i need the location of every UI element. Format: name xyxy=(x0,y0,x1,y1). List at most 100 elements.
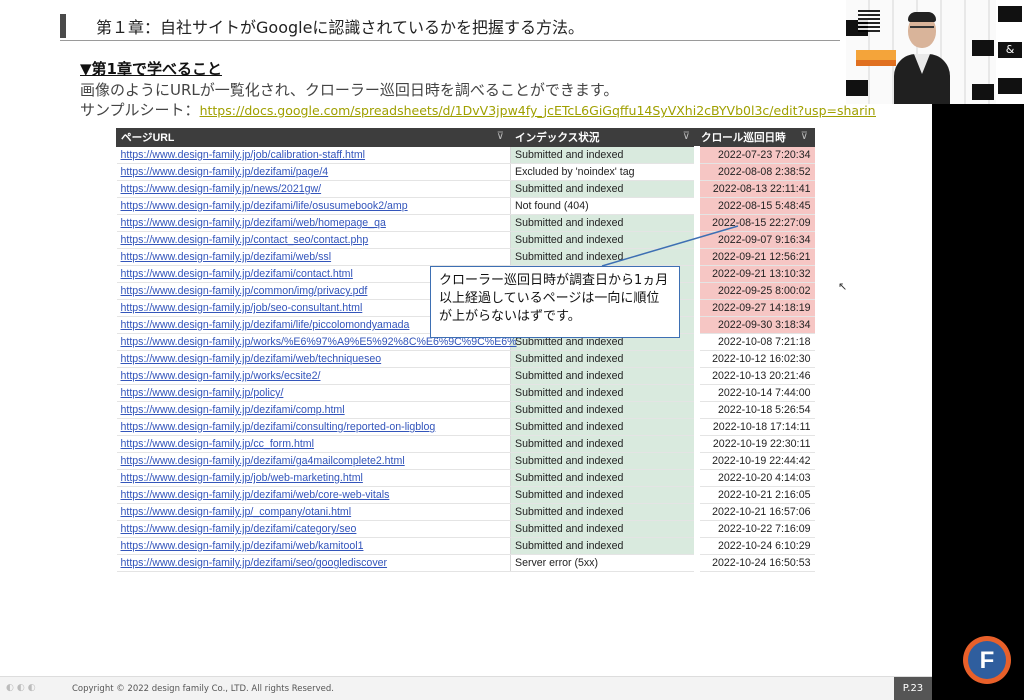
presenter-webcam xyxy=(846,0,996,104)
sample-sheet-line: サンプルシート：https://docs.google.com/spreadsh… xyxy=(80,99,876,120)
presenter-glasses xyxy=(910,26,934,33)
row-crawl-date: 2022-10-08 7:21:18 xyxy=(693,333,815,351)
row-crawl-date: 2022-09-21 13:10:32 xyxy=(693,265,815,283)
learn-heading: ▼第1章で学べること xyxy=(80,60,222,78)
column-header-index[interactable]: インデックス状況 ⊽ xyxy=(510,128,697,147)
row-index-status: Submitted and indexed xyxy=(510,452,697,470)
row-crawl-date: 2022-10-19 22:44:42 xyxy=(693,452,815,470)
row-index-status: Submitted and indexed xyxy=(510,401,697,419)
row-url-link[interactable]: https://www.design-family.jp/contact_seo… xyxy=(116,231,511,249)
row-crawl-date: 2022-09-25 8:00:02 xyxy=(693,282,815,300)
row-crawl-date: 2022-10-20 4:14:03 xyxy=(693,469,815,487)
row-index-status: Submitted and indexed xyxy=(510,231,697,249)
table-row: https://www.design-family.jp/policy/Subm… xyxy=(116,384,815,402)
brand-tile xyxy=(998,78,1022,94)
slide-title: 第１章：自社サイトがGoogleに認識されているかを把握する方法。 xyxy=(96,18,584,37)
column-header-url[interactable]: ページURL ⊽ xyxy=(116,128,511,147)
table-row: https://www.design-family.jp/job/calibra… xyxy=(116,146,815,164)
row-index-status: Submitted and indexed xyxy=(510,486,697,504)
row-crawl-date: 2022-09-30 3:18:34 xyxy=(693,316,815,334)
row-crawl-date: 2022-08-08 2:38:52 xyxy=(693,163,815,181)
table-body: https://www.design-family.jp/job/calibra… xyxy=(116,146,815,572)
presentation-slide: 第１章：自社サイトがGoogleに認識されているかを把握する方法。 ▼第1章で学… xyxy=(0,0,932,700)
design-family-logo-icon: F xyxy=(963,636,1011,684)
row-url-link[interactable]: https://www.design-family.jp/works/ecsit… xyxy=(116,367,511,385)
row-url-link[interactable]: https://www.design-family.jp/dezifami/ga… xyxy=(116,452,511,470)
row-url-link[interactable]: https://www.design-family.jp/dezifami/co… xyxy=(116,401,511,419)
row-crawl-date: 2022-09-07 9:16:34 xyxy=(693,231,815,249)
row-index-status: Submitted and indexed xyxy=(510,418,697,436)
table-row: https://www.design-family.jp/dezifami/pa… xyxy=(116,163,815,181)
row-index-status: Submitted and indexed xyxy=(510,503,697,521)
row-index-status: Submitted and indexed xyxy=(510,146,697,164)
row-url-link[interactable]: https://www.design-family.jp/dezifami/ca… xyxy=(116,520,511,538)
row-url-link[interactable]: https://www.design-family.jp/job/calibra… xyxy=(116,146,511,164)
title-divider xyxy=(60,40,840,41)
row-index-status: Not found (404) xyxy=(510,197,697,215)
table-header-row: ページURL ⊽ インデックス状況 ⊽ クロール巡回日時 ⊽ xyxy=(116,128,815,147)
row-crawl-date: 2022-10-21 16:57:06 xyxy=(693,503,815,521)
intro-text: 画像のようにURLが一覧化され、クローラー巡回日時を調べることができます。 xyxy=(80,81,619,99)
row-crawl-date: 2022-10-14 7:44:00 xyxy=(693,384,815,402)
row-index-status: Submitted and indexed xyxy=(510,350,697,368)
table-row: https://www.design-family.jp/dezifami/ca… xyxy=(116,520,815,538)
row-crawl-date: 2022-07-23 7:20:34 xyxy=(693,146,815,164)
presenter-hair xyxy=(908,12,936,22)
name-banner-strip xyxy=(856,60,896,66)
table-row: https://www.design-family.jp/dezifami/we… xyxy=(116,214,815,232)
table-row: https://www.design-family.jp/dezifami/we… xyxy=(116,486,815,504)
callout-box: クローラー巡回日時が調査日から1ヵ月以上経過しているページは一向に順位が上がらな… xyxy=(430,266,680,338)
row-url-link[interactable]: https://www.design-family.jp/dezifami/we… xyxy=(116,350,511,368)
row-url-link[interactable]: https://www.design-family.jp/dezifami/se… xyxy=(116,554,511,572)
row-url-link[interactable]: https://www.design-family.jp/dezifami/we… xyxy=(116,248,511,266)
table-row: https://www.design-family.jp/_company/ot… xyxy=(116,503,815,521)
row-url-link[interactable]: https://www.design-family.jp/dezifami/we… xyxy=(116,486,511,504)
filter-icon[interactable]: ⊽ xyxy=(497,131,504,142)
row-url-link[interactable]: https://www.design-family.jp/job/web-mar… xyxy=(116,469,511,487)
filter-icon[interactable]: ⊽ xyxy=(801,131,808,142)
row-url-link[interactable]: https://www.design-family.jp/policy/ xyxy=(116,384,511,402)
player-controls-icon[interactable]: ◐◐◐ xyxy=(6,683,39,693)
ampersand-icon: & xyxy=(998,42,1022,58)
row-crawl-date: 2022-10-22 7:16:09 xyxy=(693,520,815,538)
brand-tile xyxy=(998,6,1022,22)
row-url-link[interactable]: https://www.design-family.jp/dezifami/co… xyxy=(116,418,511,436)
table-row: https://www.design-family.jp/dezifami/li… xyxy=(116,197,815,215)
table-row: https://www.design-family.jp/dezifami/co… xyxy=(116,418,815,436)
page-number: P.23 xyxy=(894,677,932,700)
row-index-status: Submitted and indexed xyxy=(510,435,697,453)
brand-column: & xyxy=(996,0,1024,104)
title-accent-bar xyxy=(60,14,66,38)
row-crawl-date: 2022-08-15 22:27:09 xyxy=(693,214,815,232)
table-row: https://www.design-family.jp/dezifami/co… xyxy=(116,401,815,419)
table-row: https://www.design-family.jp/dezifami/we… xyxy=(116,537,815,555)
row-crawl-date: 2022-10-18 17:14:11 xyxy=(693,418,815,436)
row-url-link[interactable]: https://www.design-family.jp/dezifami/pa… xyxy=(116,163,511,181)
row-url-link[interactable]: https://www.design-family.jp/news/2021gw… xyxy=(116,180,511,198)
row-index-status: Submitted and indexed xyxy=(510,214,697,232)
row-url-link[interactable]: https://www.design-family.jp/dezifami/li… xyxy=(116,197,511,215)
table-row: https://www.design-family.jp/dezifami/ga… xyxy=(116,452,815,470)
row-crawl-date: 2022-10-18 5:26:54 xyxy=(693,401,815,419)
row-url-link[interactable]: https://www.design-family.jp/dezifami/we… xyxy=(116,214,511,232)
row-crawl-date: 2022-10-24 16:50:53 xyxy=(693,554,815,572)
row-url-link[interactable]: https://www.design-family.jp/cc_form.htm… xyxy=(116,435,511,453)
filter-icon[interactable]: ⊽ xyxy=(683,131,690,142)
row-index-status: Submitted and indexed xyxy=(510,248,697,266)
qr-code-icon xyxy=(858,10,880,32)
row-index-status: Submitted and indexed xyxy=(510,469,697,487)
row-url-link[interactable]: https://www.design-family.jp/dezifami/we… xyxy=(116,537,511,555)
row-index-status: Submitted and indexed xyxy=(510,180,697,198)
row-url-link[interactable]: https://www.design-family.jp/_company/ot… xyxy=(116,503,511,521)
table-row: https://www.design-family.jp/job/web-mar… xyxy=(116,469,815,487)
row-crawl-date: 2022-09-27 14:18:19 xyxy=(693,299,815,317)
crawl-status-table: ページURL ⊽ インデックス状況 ⊽ クロール巡回日時 ⊽ https://www.… xyxy=(116,128,815,572)
slide-footer: ◐◐◐ Copyright © 2022 design family Co., … xyxy=(0,676,932,700)
row-index-status: Submitted and indexed xyxy=(510,537,697,555)
row-crawl-date: 2022-08-15 5:48:45 xyxy=(693,197,815,215)
sample-sheet-link[interactable]: https://docs.google.com/spreadsheets/d/1… xyxy=(200,103,876,118)
row-index-status: Submitted and indexed xyxy=(510,520,697,538)
row-index-status: Submitted and indexed xyxy=(510,367,697,385)
sample-sheet-label: サンプルシート： xyxy=(80,101,200,119)
column-header-crawl-date[interactable]: クロール巡回日時 ⊽ xyxy=(696,128,815,147)
